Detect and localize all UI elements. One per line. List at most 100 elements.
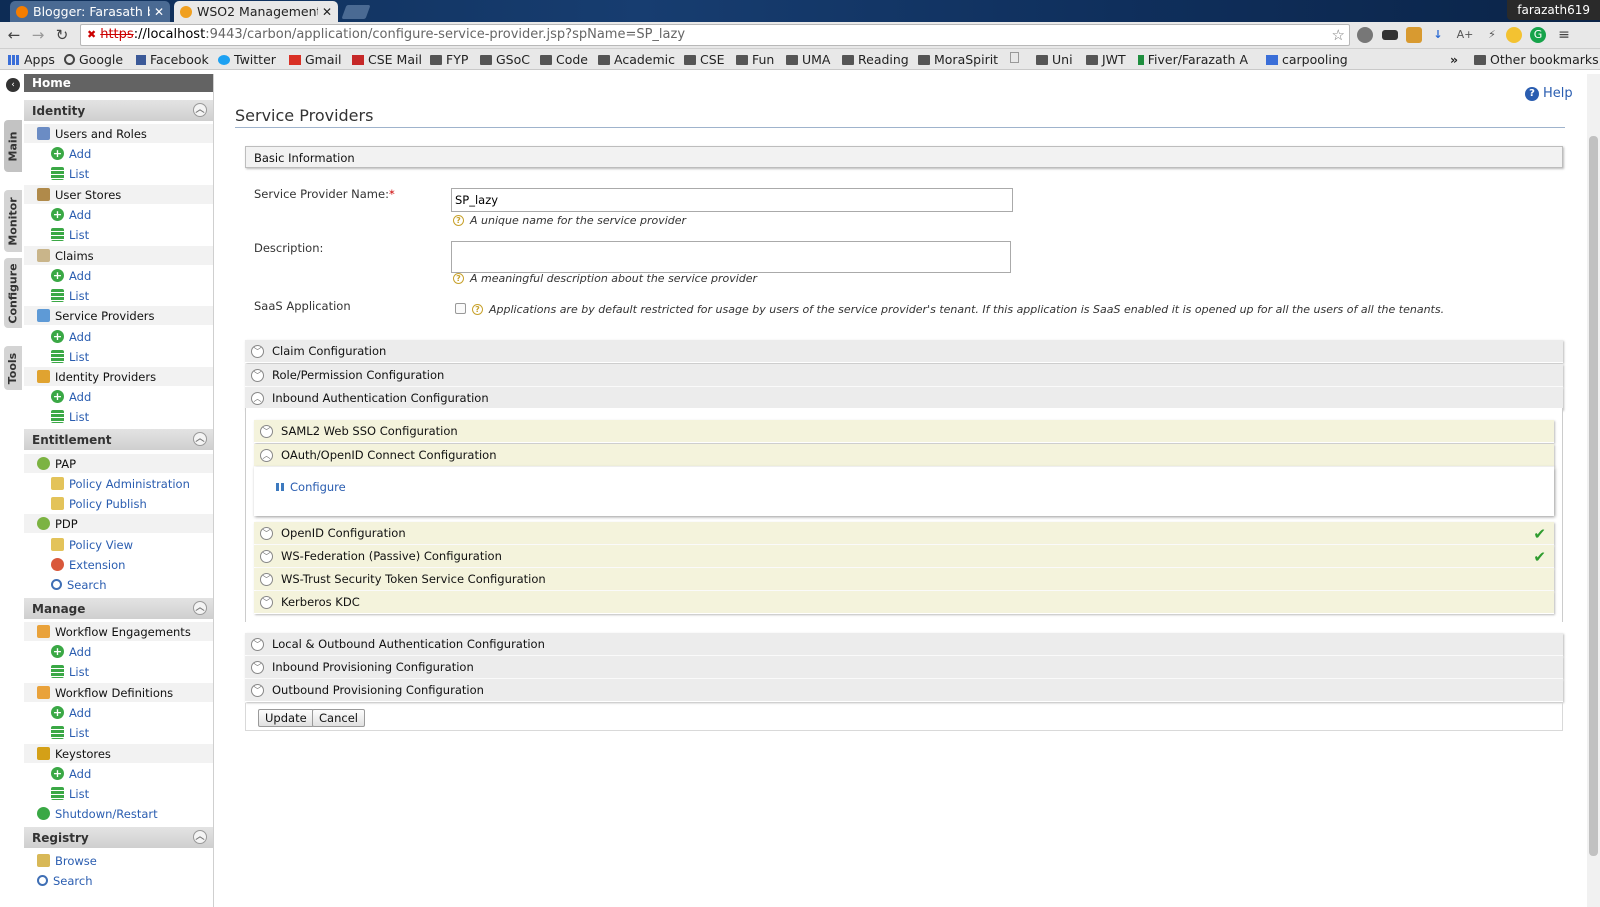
update-button[interactable]: Update — [258, 709, 314, 727]
menu-item-service-providers-list[interactable]: List — [24, 347, 213, 366]
menu-item-keystores[interactable]: Keystores — [24, 744, 213, 763]
menu-item-claims-list[interactable]: List — [24, 286, 213, 305]
bookmark-carpooling[interactable]: carpooling — [1266, 52, 1348, 67]
menu-item-identity-providers[interactable]: Identity Providers — [24, 367, 213, 386]
bookmark-fyp[interactable]: FYP — [430, 52, 468, 67]
menu-item-keystores-list[interactable]: List — [24, 784, 213, 803]
menu-icon[interactable]: ≡ — [1556, 27, 1572, 43]
new-tab-button[interactable] — [341, 5, 371, 19]
side-tab-monitor[interactable]: Monitor — [4, 190, 22, 252]
inbound-provisioning-configuration-section[interactable]: ﹀ Inbound Provisioning Configuration — [245, 656, 1563, 679]
openid-configuration-section[interactable]: ﹀ OpenID Configuration ✔ — [254, 522, 1554, 545]
menu-item-users-list[interactable]: List — [24, 164, 213, 183]
menu-item-registry-browse[interactable]: Browse — [24, 851, 213, 870]
page-scrollbar[interactable] — [1587, 74, 1600, 907]
collapse-section-icon[interactable]: ︿ — [193, 103, 207, 117]
menu-item-user-stores-list[interactable]: List — [24, 225, 213, 244]
menu-item-policy-publish[interactable]: Policy Publish — [24, 494, 213, 513]
bookmark-cse[interactable]: CSE — [684, 52, 725, 67]
menu-item-policy-administration[interactable]: Policy Administration — [24, 474, 213, 493]
side-tab-tools[interactable]: Tools — [4, 346, 22, 390]
menu-item-pdp[interactable]: PDP — [24, 514, 213, 533]
side-tab-main[interactable]: Main — [4, 120, 22, 172]
menu-item-registry-search[interactable]: Search — [24, 871, 213, 890]
profile-button[interactable]: farazath619 — [1507, 0, 1600, 20]
menu-item-extension[interactable]: Extension — [24, 555, 213, 574]
download-icon[interactable]: ↓ — [1430, 27, 1446, 43]
role-permission-configuration-section[interactable]: ﹀ Role/Permission Configuration — [245, 364, 1563, 387]
scrollbar-thumb[interactable] — [1589, 136, 1598, 856]
menu-item-workflow-definitions-add[interactable]: + Add — [24, 703, 213, 722]
menu-item-users-and-roles[interactable]: Users and Roles — [24, 124, 213, 143]
oauth-configure-link[interactable]: Configure — [276, 480, 346, 494]
ws-trust-sts-configuration-section[interactable]: ﹀ WS-Trust Security Token Service Configu… — [254, 568, 1554, 591]
extension-icon[interactable] — [1406, 27, 1422, 43]
bookmark-cse-mail[interactable]: CSE Mail — [352, 52, 422, 67]
address-bar[interactable]: ✖ https://localhost:9443/carbon/applicati… — [80, 24, 1350, 46]
bookmark-code[interactable]: Code — [540, 52, 588, 67]
saas-checkbox[interactable] — [455, 303, 466, 314]
emoji-icon[interactable] — [1506, 27, 1522, 43]
forward-icon[interactable]: → — [28, 25, 48, 45]
grammarly-icon[interactable]: G — [1530, 27, 1546, 43]
menu-item-service-providers[interactable]: Service Providers — [24, 306, 213, 325]
menu-item-users-add[interactable]: + Add — [24, 144, 213, 163]
extension-icon[interactable] — [1357, 27, 1373, 43]
bookmark-moraspirit[interactable]: MoraSpirit — [918, 52, 998, 67]
menu-section-entitlement[interactable]: Entitlement ︿ — [24, 429, 213, 450]
close-tab-icon[interactable]: ✕ — [322, 5, 332, 19]
bookmark-academic[interactable]: Academic — [598, 52, 675, 67]
collapse-section-icon[interactable]: ︿ — [193, 601, 207, 615]
menu-item-workflow-definitions-list[interactable]: List — [24, 723, 213, 742]
help-link[interactable]: ? Help — [1525, 86, 1573, 101]
other-bookmarks[interactable]: Other bookmarks — [1474, 52, 1599, 67]
menu-item-service-providers-add[interactable]: + Add — [24, 327, 213, 346]
bookmark-uni[interactable]: Uni — [1036, 52, 1073, 67]
bookmark-jwt[interactable]: JWT — [1086, 52, 1126, 67]
description-textarea[interactable] — [451, 241, 1011, 273]
menu-item-shutdown-restart[interactable]: Shutdown/Restart — [24, 804, 213, 823]
bookmark-page[interactable] — [1010, 52, 1023, 63]
bookmark-fun[interactable]: Fun — [736, 52, 774, 67]
menu-item-identity-providers-add[interactable]: + Add — [24, 387, 213, 406]
side-tab-configure[interactable]: Configure — [4, 258, 22, 328]
menu-section-identity[interactable]: Identity ︿ — [24, 100, 213, 121]
bookmark-reading[interactable]: Reading — [842, 52, 909, 67]
menu-section-registry[interactable]: Registry ︿ — [24, 827, 213, 848]
menu-item-keystores-add[interactable]: + Add — [24, 764, 213, 783]
bookmark-gmail[interactable]: Gmail — [289, 52, 341, 67]
browser-tab-wso2[interactable]: WSO2 Management ✕ — [174, 1, 338, 22]
sp-name-input[interactable] — [451, 188, 1013, 212]
cancel-button[interactable]: Cancel — [312, 709, 365, 727]
extension-icon[interactable] — [1382, 30, 1398, 40]
saml2-web-sso-configuration-section[interactable]: ﹀ SAML2 Web SSO Configuration — [254, 420, 1554, 443]
collapse-menu-icon[interactable]: ‹ — [6, 78, 20, 92]
menu-item-policy-view[interactable]: Policy View — [24, 535, 213, 554]
bookmark-fiver[interactable]: Fiver/Farazath A — [1138, 52, 1248, 67]
menu-item-entitlement-search[interactable]: Search — [24, 575, 213, 594]
ws-federation-configuration-section[interactable]: ﹀ WS-Federation (Passive) Configuration ✔ — [254, 545, 1554, 568]
menu-item-claims-add[interactable]: + Add — [24, 266, 213, 285]
bookmark-apps[interactable]: Apps — [8, 52, 55, 67]
menu-item-user-stores-add[interactable]: + Add — [24, 205, 213, 224]
back-icon[interactable]: ← — [4, 25, 24, 45]
menu-item-workflow-definitions[interactable]: Workflow Definitions — [24, 683, 213, 702]
menu-item-workflow-engagements-list[interactable]: List — [24, 662, 213, 681]
menu-section-manage[interactable]: Manage ︿ — [24, 598, 213, 619]
bookmark-gsoc[interactable]: GSoC — [480, 52, 530, 67]
local-outbound-authentication-configuration-section[interactable]: ﹀ Local & Outbound Authentication Configu… — [245, 633, 1563, 656]
claim-configuration-section[interactable]: ﹀ Claim Configuration — [245, 340, 1563, 363]
bookmark-facebook[interactable]: Facebook — [136, 52, 209, 67]
menu-item-pap[interactable]: PAP — [24, 454, 213, 473]
collapse-section-icon[interactable]: ︿ — [193, 432, 207, 446]
lightning-icon[interactable]: ⚡ — [1484, 27, 1500, 43]
browser-tab-blogger[interactable]: Blogger: Farasath bl ✕ — [10, 1, 170, 22]
menu-item-claims[interactable]: Claims — [24, 246, 213, 265]
menu-item-workflow-engagements[interactable]: Workflow Engagements — [24, 622, 213, 641]
menu-item-workflow-engagements-add[interactable]: + Add — [24, 642, 213, 661]
bookmark-uma[interactable]: UMA — [786, 52, 831, 67]
collapse-section-icon[interactable]: ︿ — [193, 830, 207, 844]
bookmark-twitter[interactable]: Twitter — [218, 52, 276, 67]
inbound-authentication-configuration-section[interactable]: ︿ Inbound Authentication Configuration — [245, 387, 1563, 410]
menu-item-identity-providers-list[interactable]: List — [24, 407, 213, 426]
